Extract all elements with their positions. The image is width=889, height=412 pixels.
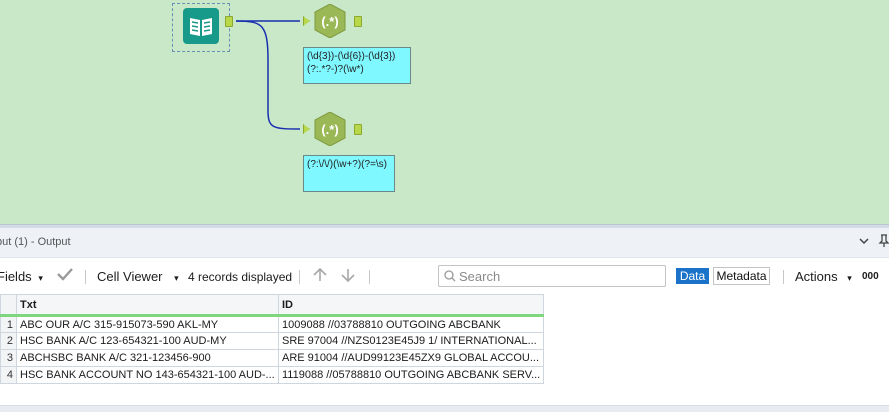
results-table: Txt ID 1 ABC OUR A/C 315-915073-590 AKL-…	[0, 294, 545, 384]
search-box[interactable]	[438, 265, 666, 287]
fields-label: Fields	[0, 269, 32, 284]
table-row[interactable]: 4 HSC BANK ACCOUNT NO 143-654321-100 AUD…	[0, 366, 545, 384]
actions-label: Actions	[795, 269, 838, 284]
caret-down-icon: ▾	[847, 273, 852, 283]
row-number: 1	[0, 315, 17, 333]
caret-down-icon: ▾	[174, 273, 179, 283]
column-header-txt[interactable]: Txt	[16, 294, 279, 317]
cell-txt[interactable]: ABC OUR A/C 315-915073-590 AKL-MY	[16, 315, 279, 333]
table-row[interactable]: 2 HSC BANK A/C 123-654321-100 AUD-MY SRE…	[0, 332, 545, 350]
regex-1-glyph: (.*)	[321, 14, 338, 29]
cell-viewer-label: Cell Viewer	[97, 269, 163, 284]
cell-id[interactable]: SRE 97004 //NZS0123E45J9 1/ INTERNATIONA…	[277, 332, 545, 350]
input-tool-selection[interactable]	[172, 3, 230, 52]
cell-txt[interactable]: ABCHSBC BANK A/C 321-123456-900	[16, 349, 279, 367]
more-options-button[interactable]: 000	[862, 271, 879, 282]
table-header-row: Txt ID	[0, 294, 545, 317]
regex-icon: (.*)	[314, 111, 346, 147]
metadata-view-button[interactable]: Metadata	[713, 267, 770, 285]
cell-id[interactable]: 1009088 //03788810 OUTGOING ABCBANK	[277, 315, 545, 333]
cell-txt[interactable]: HSC BANK A/C 123-654321-100 AUD-MY	[16, 332, 279, 350]
arrow-up-icon[interactable]	[312, 267, 328, 286]
connector-line-2	[235, 20, 301, 130]
cell-id[interactable]: ARE 91004 //AUD99123E45ZX9 GLOBAL ACCOU.…	[277, 349, 545, 367]
regex-1-output-anchor[interactable]	[354, 16, 362, 27]
regex-2-glyph: (.*)	[321, 122, 338, 137]
caret-down-icon: ▾	[38, 273, 43, 283]
row-number: 2	[0, 332, 17, 350]
results-toolbar: Fields ▾ Cell Viewer ▾ 4 records display…	[0, 258, 889, 292]
regex-2-output-anchor[interactable]	[354, 124, 362, 135]
regex-2-annotation: (?:\/\/)(\w+?)(?=\s)	[303, 155, 395, 192]
cell-viewer-button[interactable]: Cell Viewer ▾	[97, 269, 179, 284]
workflow-canvas[interactable]: (.*) (\d{3})-(\d{6})-(\d{3})(?:.*?-)?(\w…	[0, 0, 889, 224]
input-output-anchor[interactable]	[225, 16, 233, 27]
arrow-down-icon[interactable]	[340, 267, 356, 286]
row-number: 4	[0, 366, 17, 384]
toolbar-divider	[783, 270, 784, 284]
row-number-header	[0, 294, 17, 317]
results-title: put (1) - Output	[0, 236, 71, 248]
pin-icon[interactable]	[878, 234, 889, 251]
row-number: 3	[0, 349, 17, 367]
actions-button[interactable]: Actions ▾	[795, 269, 852, 284]
book-icon[interactable]	[183, 8, 219, 44]
cell-txt[interactable]: HSC BANK ACCOUNT NO 143-654321-100 AUD-.…	[16, 366, 279, 384]
fields-button[interactable]: Fields ▾	[0, 269, 43, 284]
results-title-bar: put (1) - Output	[0, 228, 889, 258]
results-panel: put (1) - Output Fields ▾ Cell Viewer ▾ …	[0, 228, 889, 412]
column-header-id[interactable]: ID	[277, 294, 545, 317]
regex-tool-2[interactable]: (.*)	[313, 111, 347, 147]
regex-1-annotation: (\d{3})-(\d{6})-(\d{3})(?:.*?-)?(\w*)	[303, 47, 411, 84]
table-row[interactable]: 1 ABC OUR A/C 315-915073-590 AKL-MY 1009…	[0, 315, 545, 333]
regex-icon: (.*)	[314, 3, 346, 39]
toolbar-divider	[369, 270, 370, 284]
regex-tool-1[interactable]: (.*)	[313, 3, 347, 39]
table-row[interactable]: 3 ABCHSBC BANK A/C 321-123456-900 ARE 91…	[0, 349, 545, 367]
search-icon	[444, 270, 456, 282]
data-view-button[interactable]: Data	[676, 268, 709, 284]
horizontal-scrollbar[interactable]	[0, 405, 889, 412]
chevron-down-icon[interactable]	[858, 235, 870, 250]
toolbar-divider	[299, 270, 300, 284]
checkmark-icon[interactable]	[56, 266, 74, 285]
connections-layer	[235, 20, 301, 130]
search-input[interactable]	[459, 268, 659, 284]
toolbar-divider	[85, 270, 86, 284]
cell-id[interactable]: 1119088 //05788810 OUTGOING ABCBANK SERV…	[277, 366, 545, 384]
records-count: 4 records displayed	[188, 270, 293, 284]
